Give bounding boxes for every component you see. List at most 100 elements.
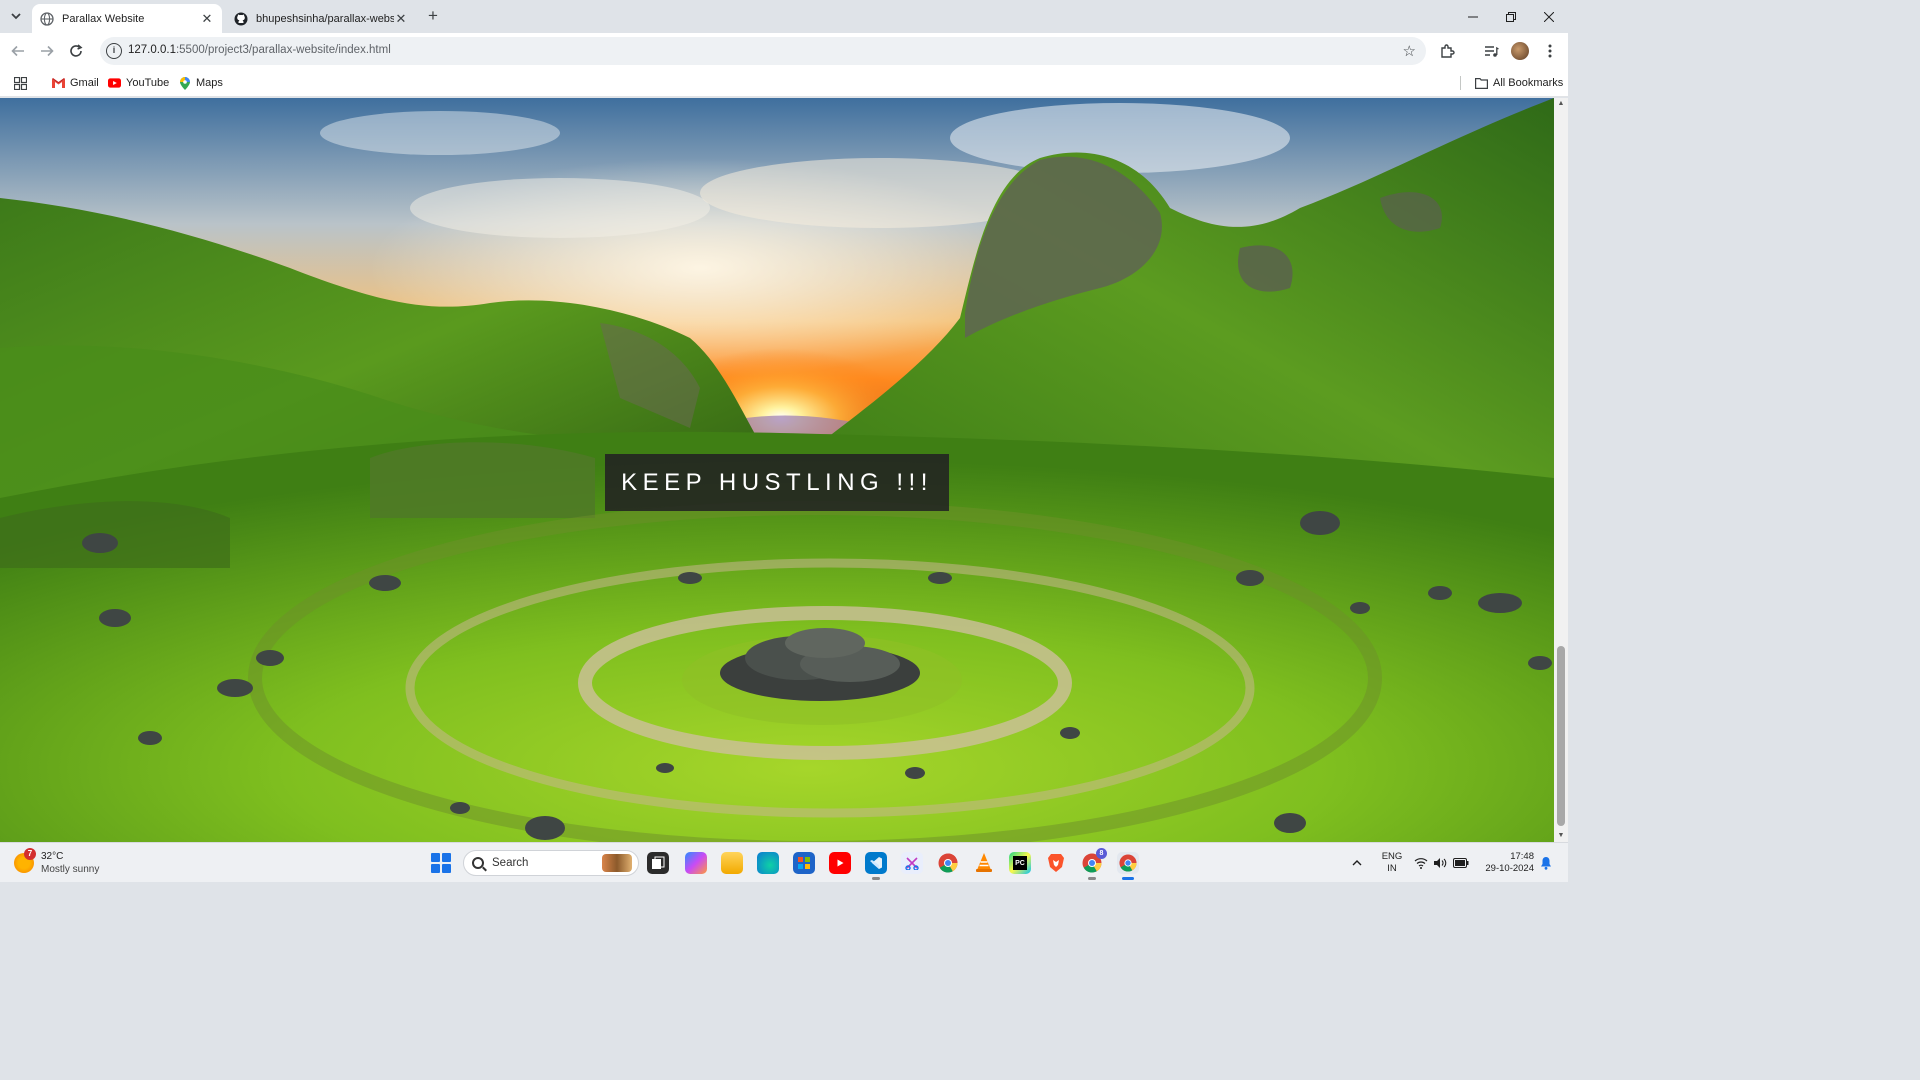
close-tab-icon[interactable]: ✕ — [200, 11, 214, 26]
language-line2: IN — [1387, 863, 1397, 874]
bookmarks-bar: Gmail YouTube Maps All Bookmarks — [0, 69, 1568, 97]
site-info-icon[interactable]: i — [106, 43, 122, 59]
playlist-icon — [1485, 46, 1499, 57]
restore-button[interactable] — [1492, 0, 1530, 33]
new-tab-button[interactable]: + — [424, 7, 442, 25]
reload-button[interactable] — [66, 41, 86, 61]
arrow-right-icon — [41, 45, 54, 57]
weather-sun-icon: 7 — [14, 848, 36, 873]
pycharm-icon[interactable]: PC — [1009, 852, 1031, 874]
tab-github-repo[interactable]: bhupeshsinha/parallax-website ✕ — [226, 4, 416, 33]
wifi-icon[interactable] — [1414, 843, 1428, 883]
gmail-icon — [52, 78, 65, 88]
menu-button[interactable] — [1540, 41, 1560, 61]
arrow-left-icon — [11, 45, 24, 57]
weather-temperature: 32°C — [41, 851, 64, 862]
bookmark-youtube[interactable]: YouTube — [108, 74, 169, 92]
chrome-profile-icon[interactable]: 8 — [1081, 848, 1107, 880]
all-bookmarks-button[interactable]: All Bookmarks — [1475, 74, 1563, 92]
bookmark-star-icon[interactable]: ☆ — [1403, 42, 1416, 60]
globe-icon — [40, 11, 54, 26]
folder-icon — [1475, 77, 1488, 89]
taskbar-search[interactable]: Search — [463, 850, 639, 876]
page-scrollbar[interactable]: ▲ ▼ — [1554, 98, 1568, 842]
weather-condition: Mostly sunny — [41, 864, 100, 875]
language-indicator[interactable]: ENG IN — [1380, 851, 1404, 875]
page-viewport: KEEP HUSTLING !!! ▲ ▼ — [0, 98, 1568, 842]
media-controls-button[interactable] — [1481, 41, 1501, 61]
bookmarks-divider — [1460, 76, 1461, 90]
profile-avatar[interactable] — [1511, 42, 1529, 60]
bookmark-gmail[interactable]: Gmail — [52, 74, 99, 92]
windows-logo-icon — [431, 853, 440, 862]
chevron-down-icon — [11, 13, 21, 20]
apps-button[interactable] — [14, 74, 27, 92]
start-button[interactable] — [431, 853, 451, 873]
bookmark-maps[interactable]: Maps — [178, 74, 223, 92]
snipping-tool-icon[interactable] — [901, 852, 923, 874]
search-highlight-image — [602, 854, 632, 872]
tab-parallax-website[interactable]: Parallax Website ✕ — [32, 4, 222, 33]
maps-icon — [179, 76, 190, 90]
scrollbar-thumb[interactable] — [1557, 646, 1565, 826]
scroll-up-arrow-icon[interactable]: ▲ — [1557, 100, 1565, 108]
edge-icon[interactable] — [757, 852, 779, 874]
back-button[interactable] — [8, 41, 28, 61]
tab-search-button[interactable] — [6, 6, 26, 26]
bookmark-label: Maps — [196, 77, 223, 89]
weather-alert-badge: 7 — [24, 848, 36, 860]
system-clock[interactable]: 17:48 29-10-2024 — [1478, 851, 1534, 875]
github-icon — [234, 12, 248, 25]
chevron-up-icon — [1352, 860, 1362, 866]
youtube-icon — [108, 78, 121, 88]
youtube-app-icon[interactable] — [829, 852, 851, 874]
tab-strip: Parallax Website ✕ bhupeshsinha/parallax… — [0, 0, 1568, 33]
language-line1: ENG — [1381, 851, 1403, 862]
taskbar-search-placeholder: Search — [492, 857, 529, 869]
scroll-down-arrow-icon[interactable]: ▼ — [1557, 832, 1565, 840]
chrome-active-icon[interactable] — [1117, 852, 1139, 880]
url-host: 127.0.0.1 — [128, 44, 176, 56]
hero-heading: KEEP HUSTLING !!! — [621, 468, 933, 496]
apps-grid-icon — [14, 76, 27, 90]
minimize-icon — [1468, 16, 1478, 17]
clock-date: 29-10-2024 — [1485, 863, 1534, 874]
vs-code-icon[interactable] — [865, 852, 887, 880]
windows-taskbar: 7 32°C Mostly sunny Search PC 8 ENG IN 1… — [0, 842, 1568, 882]
brave-icon[interactable] — [1045, 852, 1067, 874]
microsoft-store-icon[interactable] — [793, 852, 815, 874]
volume-icon[interactable] — [1433, 843, 1447, 883]
more-vertical-icon — [1548, 44, 1552, 58]
hero-banner: KEEP HUSTLING !!! — [605, 454, 949, 511]
url-text[interactable]: 127.0.0.1:5500/project3/parallax-website… — [128, 44, 391, 56]
chrome-icon[interactable] — [937, 852, 959, 874]
tab-title: bhupeshsinha/parallax-website — [256, 12, 394, 25]
close-window-button[interactable] — [1530, 0, 1568, 33]
extensions-button[interactable] — [1437, 41, 1457, 61]
minimize-button[interactable] — [1454, 0, 1492, 33]
forward-button[interactable] — [37, 41, 57, 61]
task-view-icon[interactable] — [647, 852, 669, 874]
notifications-icon[interactable] — [1540, 843, 1552, 883]
copilot-icon[interactable] — [685, 852, 707, 874]
all-bookmarks-label: All Bookmarks — [1493, 77, 1564, 89]
bookmark-label: Gmail — [70, 77, 99, 89]
file-explorer-icon[interactable] — [721, 852, 743, 874]
browser-toolbar: i 127.0.0.1:5500/project3/parallax-websi… — [0, 33, 1568, 69]
address-bar[interactable]: i 127.0.0.1:5500/project3/parallax-websi… — [100, 37, 1426, 65]
clock-time: 17:48 — [1510, 851, 1534, 862]
bookmark-label: YouTube — [126, 77, 170, 89]
show-hidden-icons-button[interactable] — [1352, 843, 1362, 883]
search-icon — [472, 857, 484, 869]
weather-widget[interactable]: 7 32°C Mostly sunny — [14, 848, 100, 877]
chrome-profile-badge: 8 — [1096, 848, 1107, 859]
puzzle-icon — [1441, 44, 1455, 58]
reload-icon — [70, 44, 83, 57]
url-path: :5500/project3/parallax-website/index.ht… — [175, 44, 391, 56]
tab-title: Parallax Website — [62, 12, 145, 25]
battery-icon[interactable] — [1453, 843, 1469, 883]
close-icon — [1544, 11, 1554, 22]
restore-icon — [1506, 11, 1516, 22]
vlc-icon[interactable] — [973, 852, 995, 874]
close-tab-icon[interactable]: ✕ — [394, 11, 408, 26]
